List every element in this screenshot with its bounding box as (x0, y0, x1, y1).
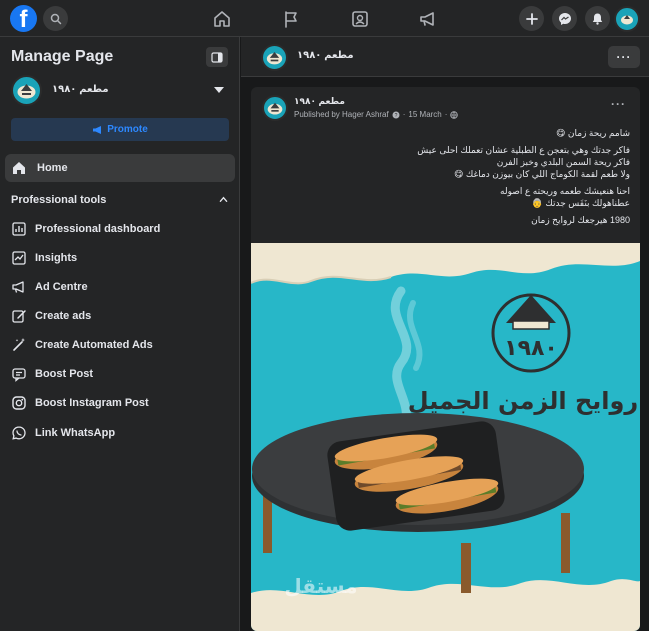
post-line: 1980 هيرجعك لروايح زمان (531, 215, 630, 225)
sidebar-item-boost-instagram-post[interactable]: Boost Instagram Post (5, 390, 235, 416)
restaurant-logo-icon (17, 84, 36, 99)
globe-icon (450, 110, 459, 119)
image-tagline: روايح الزمن الجميل (408, 387, 638, 415)
sidebar-item-label: Insights (35, 252, 78, 264)
sidebar-title: Manage Page (11, 48, 114, 65)
page-name[interactable]: مطعم ١٩٨٠ (297, 50, 354, 61)
sidebar-item-label: Create ads (35, 310, 92, 322)
sidebar-toggle-icon (211, 51, 223, 63)
megaphone-icon (10, 278, 28, 296)
dashboard-icon (10, 220, 28, 238)
image-logo-text: ١٩٨٠ (504, 336, 558, 361)
plus-icon (525, 12, 538, 25)
sidebar-item-label: Create Automated Ads (35, 339, 153, 351)
post-line: شامم ريحة زمان 😋 (556, 128, 630, 138)
collapse-sidebar-button[interactable] (206, 47, 228, 67)
published-by-text: Published by Hager Ashraf (294, 110, 389, 119)
sidebar-item-label: Boost Instagram Post (35, 397, 149, 409)
bell-icon (592, 13, 603, 25)
sidebar-item-link-whatsapp[interactable]: Link WhatsApp (5, 420, 235, 446)
post-line: عطناهولك بنَفَس جدتك 👵 (531, 198, 630, 208)
facebook-logo[interactable]: f (10, 5, 37, 32)
sidebar-item-ad-centre[interactable]: Ad Centre (5, 274, 235, 300)
restaurant-logo-icon (266, 51, 283, 65)
sidebar-item-insights[interactable]: Insights (5, 245, 235, 271)
home-icon (214, 11, 230, 27)
post-options-button[interactable]: ··· (611, 97, 626, 111)
sidebar-item-boost-post[interactable]: Boost Post (5, 361, 235, 387)
chat-bubble-icon (10, 365, 28, 383)
professional-tools-heading: Professional tools (11, 194, 107, 206)
image-watermark: مستقل (284, 574, 357, 598)
chevron-up-icon[interactable] (219, 195, 228, 204)
post-line: ولا طعم لقمة الكوماج اللي كان بيوزن دماغ… (454, 169, 630, 179)
page-avatar[interactable] (261, 44, 288, 71)
sidebar-item-label: Home (37, 162, 68, 174)
post-meta: Published by Hager Ashraf ? · 15 March · (294, 110, 459, 119)
post-line: فاكر جدتك وهي بتعجن ع الطبلية عشان تعملك… (417, 145, 630, 155)
page-switch-chevron-icon[interactable] (214, 87, 224, 93)
post-author-avatar[interactable] (262, 95, 288, 121)
ads-nav-tab[interactable] (418, 9, 438, 29)
messenger-button[interactable] (552, 6, 577, 31)
sidebar-item-create-ads[interactable]: Create ads (5, 303, 235, 329)
instagram-icon (10, 394, 28, 412)
sidebar-item-create-automated-ads[interactable]: Create Automated Ads (5, 332, 235, 358)
post-image[interactable]: ١٩٨٠ روايح الزمن الجميل مستقل (251, 243, 640, 631)
magic-wand-icon (10, 336, 28, 354)
pages-nav-tab[interactable] (281, 9, 301, 29)
whatsapp-icon (10, 424, 28, 442)
post-card: مطعم ١٩٨٠ Published by Hager Ashraf ? · … (251, 87, 640, 631)
insights-icon (352, 11, 368, 27)
restaurant-logo-icon (267, 102, 283, 115)
manage-page-sidebar: Manage Page مطعم ١٩٨٠ Promote Home Profe… (0, 37, 240, 631)
sidebar-item-label: Ad Centre (35, 281, 88, 293)
post-body-text: شامم ريحة زمان 😋 فاكر جدتك وهي بتعجن ع ا… (260, 127, 630, 226)
main-content: مطعم ١٩٨٠ ··· مطعم ١٩٨٠ Published by Hag… (241, 37, 649, 631)
create-button[interactable] (519, 6, 544, 31)
pencil-icon (10, 307, 28, 325)
post-line: فاكر ريحة السمن البلدي وخبز الفرن (496, 157, 630, 167)
home-nav-tab[interactable] (212, 9, 232, 29)
help-icon[interactable]: ? (392, 111, 400, 119)
post-date[interactable]: 15 March (408, 110, 441, 119)
insights-icon (10, 249, 28, 267)
restaurant-logo-icon (621, 15, 633, 25)
page-avatar[interactable] (11, 75, 42, 106)
notifications-button[interactable] (585, 6, 610, 31)
home-icon (13, 162, 25, 174)
sidebar-item-professional-dashboard[interactable]: Professional dashboard (5, 216, 235, 242)
search-icon (50, 13, 61, 24)
sidebar-item-label: Boost Post (35, 368, 94, 380)
promote-button[interactable]: Promote (11, 118, 229, 141)
megaphone-icon (93, 125, 102, 134)
page-name[interactable]: مطعم ١٩٨٠ (52, 84, 109, 95)
insights-nav-tab[interactable] (350, 9, 370, 29)
messenger-icon (558, 12, 571, 25)
sidebar-item-label: Link WhatsApp (35, 427, 116, 439)
search-button[interactable] (43, 6, 68, 31)
sidebar-item-label: Professional dashboard (35, 223, 161, 235)
post-author-name[interactable]: مطعم ١٩٨٠ (294, 96, 345, 107)
more-options-button[interactable]: ··· (608, 46, 640, 68)
page-header-bar: مطعم ١٩٨٠ ··· (241, 37, 649, 77)
promote-label: Promote (107, 124, 148, 135)
post-line: احنا هنعيشك طعمه وريحته ع اصوله (500, 186, 630, 196)
profile-avatar[interactable] (614, 6, 640, 32)
svg-text:?: ? (394, 113, 397, 119)
flag-icon (285, 11, 297, 28)
sidebar-item-home[interactable]: Home (5, 154, 235, 182)
top-navigation-bar: f (0, 0, 649, 37)
megaphone-icon (420, 12, 434, 26)
